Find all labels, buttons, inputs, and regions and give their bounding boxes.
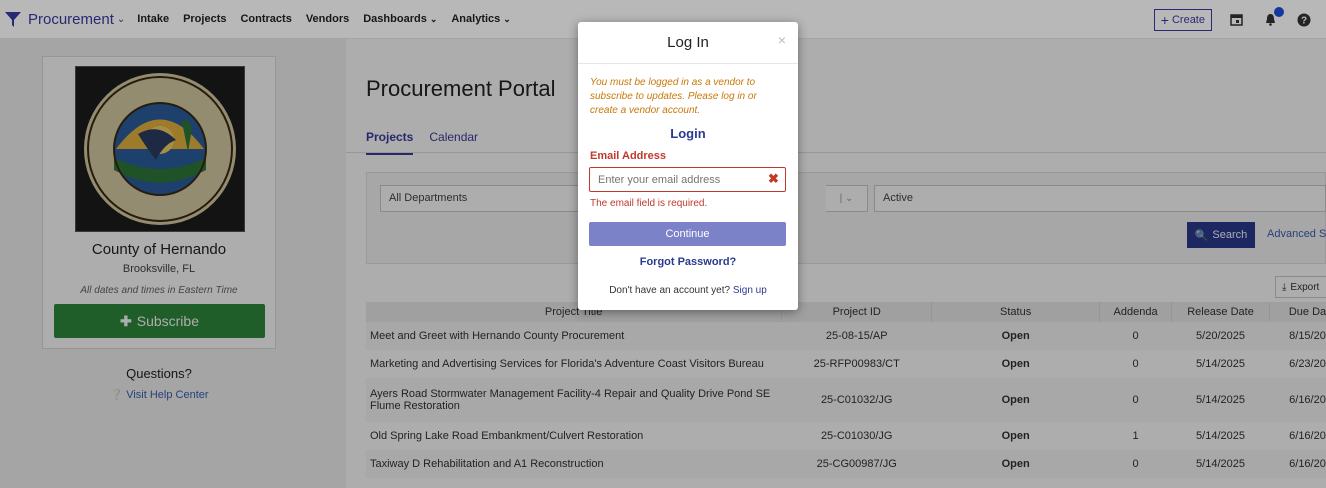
login-modal: Log In × You must be logged in as a vend… xyxy=(578,22,798,310)
modal-header: Log In × xyxy=(578,22,798,64)
continue-button[interactable]: Continue xyxy=(589,222,786,246)
email-label: Email Address xyxy=(590,150,667,162)
error-x-icon: ✖ xyxy=(768,171,779,186)
signup-link[interactable]: Sign up xyxy=(733,285,767,296)
login-heading: Login xyxy=(670,126,706,141)
signup-prompt-text: Don't have an account yet? xyxy=(609,285,731,296)
close-icon[interactable]: × xyxy=(778,32,786,48)
signup-prompt: Don't have an account yet? Sign up xyxy=(578,285,798,296)
email-error-message: The email field is required. xyxy=(590,198,708,209)
modal-title: Log In xyxy=(667,34,709,51)
email-field[interactable] xyxy=(589,167,786,192)
vendor-login-note: You must be logged in as a vendor to sub… xyxy=(590,77,757,116)
forgot-password-link[interactable]: Forgot Password? xyxy=(578,256,798,268)
